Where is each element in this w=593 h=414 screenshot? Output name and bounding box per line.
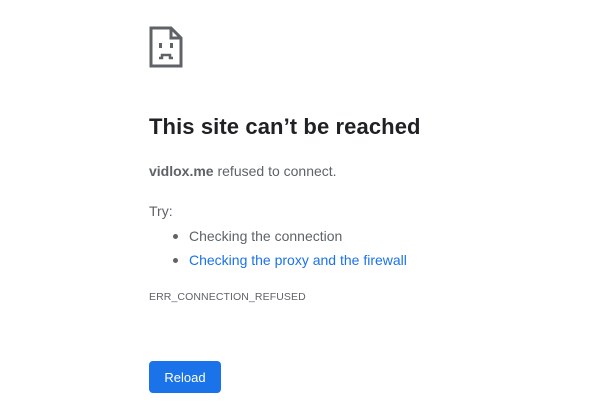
host-name: vidlox.me xyxy=(149,163,214,179)
suggestion-proxy-firewall-link[interactable]: Checking the proxy and the firewall xyxy=(189,252,407,268)
suggestion-check-connection: Checking the connection xyxy=(189,228,343,244)
sad-page-icon xyxy=(149,26,183,68)
suggestion-item: Checking the proxy and the firewall xyxy=(173,249,407,273)
suggestions-list: Checking the connection Checking the pro… xyxy=(149,225,407,273)
try-label: Try: xyxy=(149,203,173,219)
bullet-icon xyxy=(173,258,178,263)
error-message: refused to connect. xyxy=(213,163,337,179)
page-title: This site can’t be reached xyxy=(149,114,421,139)
error-description: vidlox.me refused to connect. xyxy=(149,163,337,179)
suggestion-item: Checking the connection xyxy=(173,225,407,249)
bullet-icon xyxy=(173,234,178,239)
reload-button[interactable]: Reload xyxy=(149,361,221,393)
error-code: ERR_CONNECTION_REFUSED xyxy=(149,291,306,303)
